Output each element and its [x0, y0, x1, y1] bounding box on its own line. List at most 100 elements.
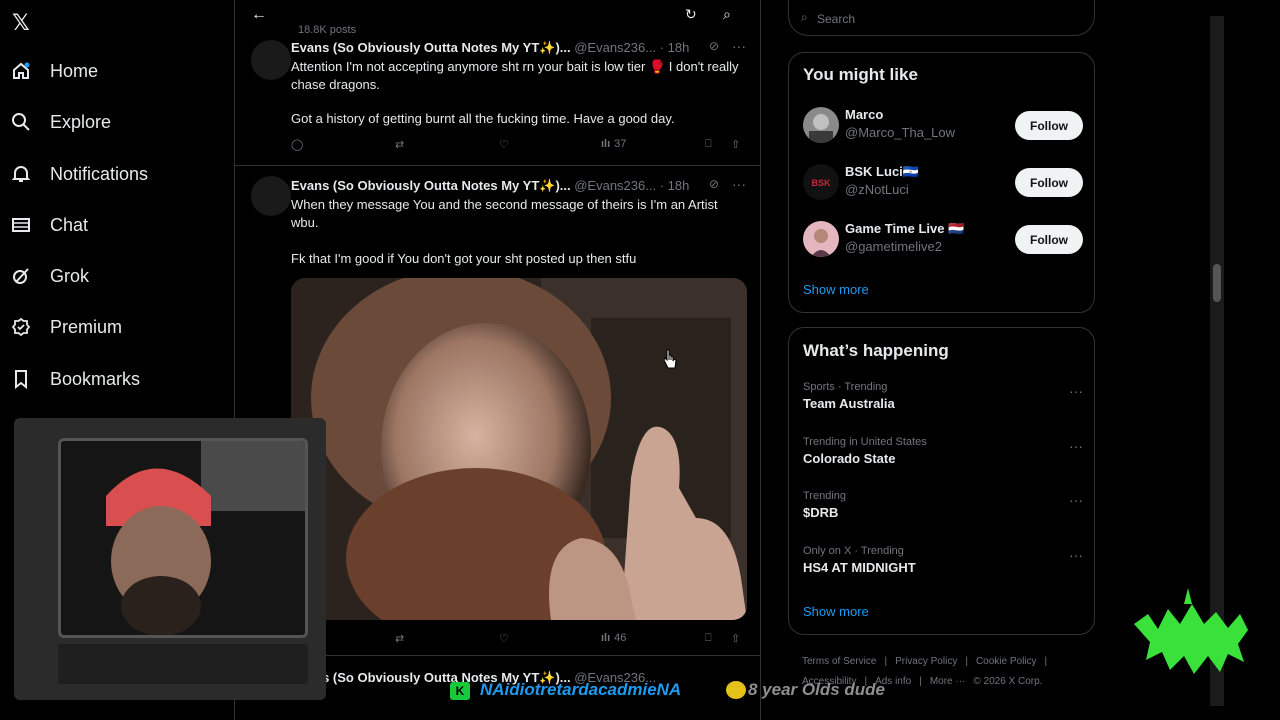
nav-label-premium: Premium	[50, 316, 123, 337]
avatar[interactable]: BSK	[803, 164, 839, 200]
tweet-text: When they message You and the second mes…	[291, 197, 718, 230]
author-handle[interactable]: @Evans236...	[574, 178, 656, 193]
avatar[interactable]	[251, 176, 291, 216]
copyright: © 2026 X Corp.	[973, 676, 1043, 687]
user-name[interactable]: Game Time Live 🇳🇱	[845, 221, 964, 237]
chat-badge: K	[450, 682, 470, 700]
more-icon[interactable]: ···	[1069, 492, 1083, 508]
nav-label-grok: Grok	[50, 265, 90, 286]
views-icon[interactable]: ılı 37	[601, 138, 626, 150]
user-handle[interactable]: @gametimelive2	[845, 239, 942, 254]
author-handle[interactable]: @Evans236...	[574, 40, 656, 55]
trend-context: Trending in United States	[803, 436, 927, 448]
card-title: You might like	[803, 65, 918, 84]
tweet-header: Evans (So Obviously Outta Notes My YT✨).…	[291, 40, 689, 56]
nav-item-grok[interactable]: Grok	[10, 258, 89, 294]
who-to-follow-card: You might like Marco @Marco_Tha_Low Foll…	[788, 52, 1095, 313]
footer-link[interactable]: More ···	[930, 676, 966, 687]
search-input[interactable]: Search	[817, 12, 855, 26]
refresh-icon[interactable]: ↻	[685, 6, 697, 23]
nav-item-premium[interactable]: Premium	[10, 309, 122, 345]
nav-label-explore: Explore	[50, 111, 112, 132]
more-icon[interactable]: ···	[1069, 438, 1083, 454]
grok-icon[interactable]: ⊘	[709, 177, 719, 191]
footer-separator: |	[919, 676, 922, 687]
nav-item-home[interactable]: Home	[10, 53, 98, 89]
card-title: What’s happening	[803, 341, 949, 360]
trend-item[interactable]: Trending $DRB ···	[803, 490, 1083, 530]
trend-item[interactable]: Only on X · Trending HS4 AT MIDNIGHT ···	[803, 545, 1083, 585]
smiley-icon	[726, 681, 746, 699]
footer-link[interactable]: Cookie Policy	[976, 656, 1037, 667]
reply-icon[interactable]: ◯	[291, 138, 303, 151]
show-more-link[interactable]: Show more	[803, 604, 869, 619]
footer-link[interactable]: Privacy Policy	[895, 656, 957, 667]
share-icon[interactable]: ⇧	[731, 632, 740, 645]
bookmark-icon[interactable]: ⎕	[705, 632, 712, 645]
suggested-user[interactable]: Game Time Live 🇳🇱 @gametimelive2 Follow	[803, 219, 1083, 259]
webcam-overlay	[14, 418, 326, 700]
avatar[interactable]	[251, 40, 291, 80]
nav-item-explore[interactable]: Explore	[10, 104, 111, 140]
views-icon[interactable]: ılı 46	[601, 632, 626, 644]
suggested-user[interactable]: BSK BSK Luci🇸🇻 @zNotLuci Follow	[803, 162, 1083, 202]
follow-button[interactable]: Follow	[1015, 225, 1083, 254]
view-count: 37	[614, 138, 627, 150]
scrollbar-thumb[interactable]	[1213, 264, 1221, 302]
author-name[interactable]: Evans (So Obviously Outta Notes My YT✨).…	[291, 178, 571, 193]
nav-item-notifications[interactable]: Notifications	[10, 156, 148, 192]
tweet-header: Evans (So Obviously Outta Notes My YT✨).…	[291, 178, 689, 194]
nav-item-chat[interactable]: Chat	[10, 207, 88, 243]
tweet-actions: ◯ ⇄ ♡ ılı 37 ⎕ ⇧	[291, 138, 746, 158]
avatar[interactable]	[803, 107, 839, 143]
search-icon[interactable]: ⌕	[723, 6, 731, 23]
retweet-icon[interactable]: ⇄	[395, 138, 404, 151]
more-icon[interactable]: ···	[732, 38, 746, 54]
suggested-user[interactable]: Marco @Marco_Tha_Low Follow	[803, 105, 1083, 145]
search-bar[interactable]: ⌕ Search	[788, 0, 1095, 36]
whats-happening-card: What’s happening Sports · Trending Team …	[788, 327, 1095, 635]
footer-separator: |	[884, 656, 888, 667]
more-icon[interactable]: ···	[1069, 547, 1083, 563]
bookmark-icon	[10, 368, 32, 390]
show-more-link[interactable]: Show more	[803, 282, 869, 297]
footer-link[interactable]: Terms of Service	[802, 656, 876, 667]
more-icon[interactable]: ···	[1069, 383, 1083, 399]
bell-icon	[10, 163, 32, 185]
mail-icon	[10, 214, 32, 236]
trend-context: Only on X · Trending	[803, 545, 904, 557]
trend-item[interactable]: Sports · Trending Team Australia ···	[803, 381, 1083, 421]
avatar[interactable]	[803, 221, 839, 257]
back-arrow-icon[interactable]: ←	[251, 6, 267, 24]
share-icon[interactable]: ⇧	[731, 138, 740, 151]
author-name[interactable]: Evans (So Obviously Outta Notes My YT✨).…	[291, 40, 571, 55]
like-icon[interactable]: ♡	[499, 632, 509, 645]
tweet-photo[interactable]	[291, 278, 747, 620]
trend-context: Trending	[803, 490, 847, 502]
user-handle[interactable]: @zNotLuci	[845, 182, 909, 197]
mouse-cursor-icon	[662, 348, 678, 375]
trend-topic: $DRB	[803, 505, 839, 520]
tweet-text: Fk that I'm good if You don't got your s…	[291, 251, 637, 266]
nav-label-chat: Chat	[50, 214, 89, 235]
premium-icon	[10, 316, 32, 338]
follow-button[interactable]: Follow	[1015, 168, 1083, 197]
stream-logo	[1128, 584, 1252, 680]
user-name[interactable]: BSK Luci🇸🇻	[845, 164, 919, 180]
tweet-time[interactable]: · 18h	[660, 178, 690, 193]
tweet-time[interactable]: · 18h	[660, 40, 690, 55]
like-icon[interactable]: ♡	[499, 138, 509, 151]
grok-icon[interactable]: ⊘	[709, 39, 719, 53]
grok-icon	[10, 265, 32, 287]
x-logo-icon[interactable]: 𝕏	[12, 10, 30, 36]
nav-item-bookmarks[interactable]: Bookmarks	[10, 361, 140, 397]
trend-item[interactable]: Trending in United States Colorado State…	[803, 436, 1083, 476]
retweet-icon[interactable]: ⇄	[395, 632, 404, 645]
more-icon[interactable]: ···	[732, 176, 746, 192]
bookmark-icon[interactable]: ⎕	[705, 138, 712, 151]
follow-button[interactable]: Follow	[1015, 111, 1083, 140]
footer-separator: |	[1044, 656, 1048, 667]
user-handle[interactable]: @Marco_Tha_Low	[845, 125, 955, 140]
tweet[interactable]: Evans (So Obviously Outta Notes My YT✨).…	[235, 34, 760, 166]
user-name[interactable]: Marco	[845, 107, 883, 122]
